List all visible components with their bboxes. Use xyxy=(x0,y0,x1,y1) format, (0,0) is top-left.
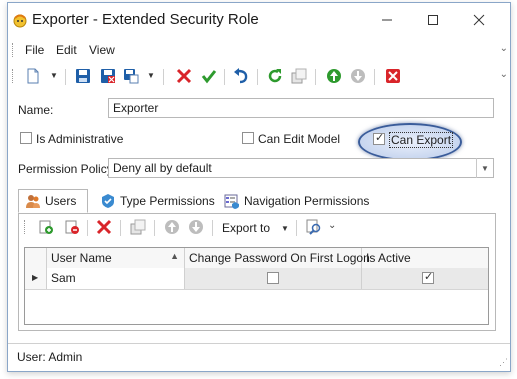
toolbar-grip xyxy=(12,69,15,83)
refresh-icon[interactable] xyxy=(267,68,283,84)
unlink-icon[interactable] xyxy=(64,219,80,235)
link-icon[interactable] xyxy=(38,219,54,235)
row-pointer-icon: ▶ xyxy=(32,273,39,282)
close-button[interactable] xyxy=(460,7,498,33)
toolbar-overflow-icon[interactable]: ⌄ xyxy=(500,69,508,80)
window-title: Exporter - Extended Security Role xyxy=(32,11,259,28)
minimize-button[interactable] xyxy=(368,7,406,33)
grid-toolbar-separator xyxy=(296,220,297,236)
row-indicator[interactable]: ▶ xyxy=(25,268,47,289)
grid-previous-icon[interactable] xyxy=(164,219,180,235)
delete-icon[interactable] xyxy=(176,68,192,84)
is-administrative-label: Is Administrative xyxy=(36,132,124,146)
cell-user-name[interactable]: Sam xyxy=(47,268,185,289)
grid-header: User Name ▲ Change Password On First Log… xyxy=(25,248,488,269)
tab-navigation-permissions[interactable]: Navigation Permissions xyxy=(222,189,369,213)
table-row[interactable]: ▶ Sam xyxy=(25,268,488,290)
validate-check-icon[interactable] xyxy=(201,68,217,84)
sort-ascending-icon: ▲ xyxy=(170,251,179,261)
save-icon[interactable] xyxy=(75,68,91,84)
tab-type-permissions[interactable]: Type Permissions xyxy=(98,189,215,213)
grid-next-icon[interactable] xyxy=(188,219,204,235)
new-dropdown-icon[interactable]: ▼ xyxy=(50,71,58,80)
previous-record-icon[interactable] xyxy=(326,68,342,84)
save-and-new-icon[interactable] xyxy=(123,68,139,84)
can-edit-model-checkbox[interactable] xyxy=(242,132,254,144)
close-icon xyxy=(473,14,485,26)
can-edit-model-label: Can Edit Model xyxy=(258,132,341,146)
export-to-button[interactable]: Export to xyxy=(222,221,270,235)
navigation-permissions-icon xyxy=(224,194,239,209)
permission-policy-dropdown-icon[interactable]: ▼ xyxy=(476,158,493,178)
grid-clone-icon[interactable] xyxy=(130,219,146,235)
grid-toolbar-grip xyxy=(24,220,27,234)
permission-policy-value: Deny all by default xyxy=(113,161,212,175)
permission-policy-label: Permission Policy: xyxy=(18,162,117,176)
grid-toolbar-separator xyxy=(120,220,121,236)
tab-navigation-permissions-label: Navigation Permissions xyxy=(244,194,370,208)
cell-is-active[interactable] xyxy=(362,268,488,289)
can-export-checkbox[interactable] xyxy=(373,131,385,145)
minimize-icon xyxy=(382,19,392,21)
clone-icon[interactable] xyxy=(291,68,307,84)
is-administrative-checkbox[interactable] xyxy=(20,132,32,144)
type-permissions-icon xyxy=(102,194,114,208)
tab-type-permissions-label: Type Permissions xyxy=(120,194,215,208)
save-dropdown-icon[interactable]: ▼ xyxy=(147,71,155,80)
toolbar-separator xyxy=(163,69,164,85)
column-header-is-active[interactable]: Is Active xyxy=(362,248,488,268)
security-role-window: Exporter - Extended Security Role File E… xyxy=(7,2,511,372)
app-icon xyxy=(13,14,27,28)
can-export-label: Can Export xyxy=(389,132,454,148)
name-field[interactable]: Exporter xyxy=(108,98,494,118)
menu-edit[interactable]: Edit xyxy=(56,43,77,57)
column-user-name-label: User Name xyxy=(51,251,112,265)
row-indicator-header xyxy=(25,248,47,268)
tab-users-label: Users xyxy=(45,194,77,208)
menu-overflow-icon[interactable]: ⌄ xyxy=(500,43,508,54)
close-window-icon[interactable] xyxy=(385,68,401,84)
users-grid: User Name ▲ Change Password On First Log… xyxy=(24,247,489,325)
column-header-change-password[interactable]: Change Password On First Logon xyxy=(185,248,370,268)
grid-toolbar-separator xyxy=(212,220,213,236)
main-toolbar: ▼ ▼ ⌄ xyxy=(8,63,510,89)
grid-toolbar-separator xyxy=(154,220,155,236)
toolbar-separator xyxy=(315,69,316,85)
grid-delete-icon[interactable] xyxy=(96,219,112,235)
filter-dropdown-icon[interactable]: ⌄ xyxy=(328,220,336,231)
column-header-user-name[interactable]: User Name ▲ xyxy=(47,248,185,268)
toolbar-separator xyxy=(257,69,258,85)
new-document-icon[interactable] xyxy=(25,68,41,84)
next-record-icon[interactable] xyxy=(350,68,366,84)
menu-bar: File Edit View ⌄ xyxy=(8,39,510,61)
title-bar: Exporter - Extended Security Role xyxy=(8,3,510,37)
maximize-button[interactable] xyxy=(414,7,452,33)
filter-search-icon[interactable] xyxy=(306,219,322,235)
toolbar-separator xyxy=(374,69,375,85)
tab-users[interactable]: Users xyxy=(18,189,88,213)
maximize-icon xyxy=(428,15,438,25)
menu-grip xyxy=(12,43,15,57)
name-label: Name: xyxy=(18,103,54,117)
export-dropdown-icon[interactable]: ▼ xyxy=(281,224,289,233)
grid-toolbar-separator xyxy=(87,220,88,236)
change-password-checkbox[interactable] xyxy=(267,272,279,284)
is-active-checkbox[interactable] xyxy=(422,270,434,284)
menu-view[interactable]: View xyxy=(89,43,115,57)
status-user: User: Admin xyxy=(17,350,83,364)
users-icon xyxy=(26,195,40,208)
save-and-close-icon[interactable] xyxy=(100,68,116,84)
cell-change-password[interactable] xyxy=(185,268,362,289)
undo-icon[interactable] xyxy=(233,68,249,84)
permission-policy-select[interactable]: Deny all by default ▼ xyxy=(108,158,494,178)
toolbar-separator xyxy=(224,69,225,85)
menu-file[interactable]: File xyxy=(25,43,44,57)
status-bar: User: Admin ⋰ xyxy=(8,343,510,370)
toolbar-separator xyxy=(65,69,66,85)
resize-grip-icon[interactable]: ⋰ xyxy=(499,357,508,368)
